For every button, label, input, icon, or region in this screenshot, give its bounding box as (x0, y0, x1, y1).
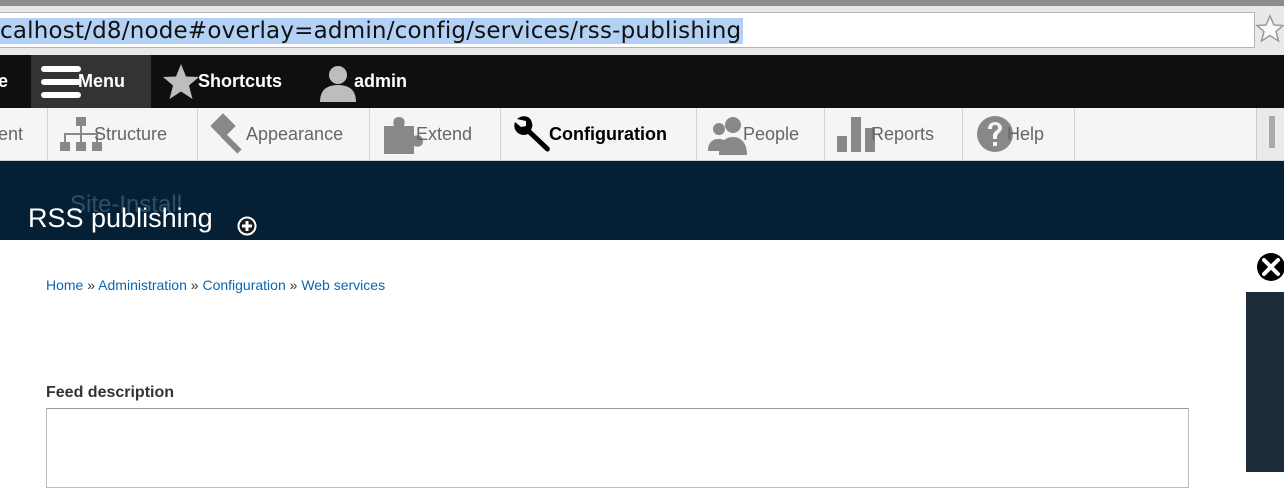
tray-item-reports-label: Reports (871, 123, 935, 144)
breadcrumb-separator: » (190, 277, 199, 293)
tray-item-help-label: Help (1007, 123, 1045, 144)
tray-item-people-label: People (743, 123, 800, 144)
breadcrumb-home[interactable]: Home (46, 277, 83, 293)
breadcrumb: Home » Administration » Configuration » … (46, 277, 385, 293)
tray-item-structure-label: Structure (94, 123, 168, 144)
bookmark-star-icon[interactable] (1255, 14, 1284, 44)
tray-item-appearance-label: Appearance (246, 123, 344, 144)
url-field[interactable]: calhost/d8/node#overlay=admin/config/ser… (0, 12, 1255, 48)
admin-menu-tray: ent Structure Appearance Extend Configur… (0, 108, 1284, 161)
tray-item-content-label: ent (0, 123, 24, 144)
tray-item-appearance[interactable]: Appearance (198, 108, 370, 160)
add-shortcut-icon[interactable] (235, 214, 259, 238)
admin-toolbar: e Menu Shortcuts admin (0, 55, 1284, 108)
page-title: RSS publishing (28, 203, 213, 233)
toolbar-shortcuts-label: Shortcuts (198, 71, 283, 91)
toolbar-menu-tab[interactable]: Menu (31, 55, 151, 108)
url-text[interactable]: calhost/d8/node#overlay=admin/config/ser… (0, 18, 744, 44)
toolbar-menu-label: Menu (78, 71, 125, 91)
toolbar-user-label: admin (354, 71, 408, 91)
tray-item-configuration-label: Configuration (549, 123, 667, 144)
feed-description-textarea[interactable] (46, 408, 1189, 488)
tray-item-configuration[interactable]: Configuration (501, 108, 697, 160)
toolbar-shortcuts-tab[interactable]: Shortcuts (162, 55, 282, 108)
tray-item-reports[interactable]: Reports (825, 108, 963, 160)
toolbar-user-tab[interactable]: admin (318, 55, 407, 108)
breadcrumb-separator: » (87, 277, 96, 293)
tray-item-help[interactable]: Help (963, 108, 1075, 160)
browser-url-bar: calhost/d8/node#overlay=admin/config/ser… (0, 0, 1284, 55)
wrench-icon (514, 116, 550, 152)
toolbar-home-label: e (0, 71, 9, 91)
breadcrumb-separator: » (289, 277, 298, 293)
tray-item-content[interactable]: ent (0, 108, 48, 160)
overlay-header: Site-Install RSS publishing (0, 161, 1284, 240)
breadcrumb-administration[interactable]: Administration (98, 277, 187, 293)
page-background-edge (1246, 292, 1284, 472)
breadcrumb-web-services[interactable]: Web services (301, 277, 385, 293)
close-overlay-icon[interactable] (1253, 249, 1284, 285)
star-icon (163, 63, 199, 99)
feed-description-label: Feed description (46, 384, 175, 401)
tray-item-structure[interactable]: Structure (48, 108, 198, 160)
breadcrumb-configuration[interactable]: Configuration (202, 277, 285, 293)
appearance-icon (210, 113, 242, 154)
hamburger-icon (41, 65, 81, 98)
tray-item-extend[interactable]: Extend (370, 108, 501, 160)
overlay-content: Home » Administration » Configuration » … (0, 240, 1246, 488)
tray-item-extend-label: Extend (416, 123, 473, 144)
tray-item-people[interactable]: People (697, 108, 825, 160)
user-icon (320, 65, 356, 102)
toolbar-home[interactable]: e (0, 55, 8, 108)
tray-scroll-handle[interactable] (1256, 108, 1284, 160)
